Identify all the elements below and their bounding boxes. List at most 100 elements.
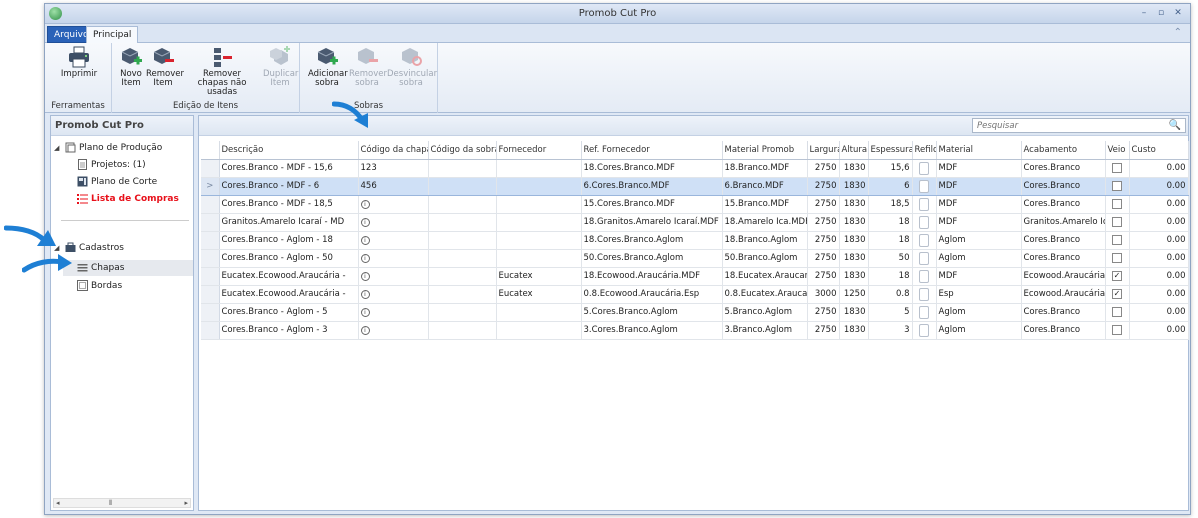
cell-descricao[interactable]: Cores.Branco - Aglom - 50 (219, 249, 359, 268)
cell-descricao[interactable]: Cores.Branco - MDF - 18,5 (219, 195, 359, 214)
cell-fornecedor[interactable] (496, 213, 582, 232)
cell-ref-fornecedor[interactable]: 18.Cores.Branco.Aglom (581, 231, 723, 250)
cell-codigo-sobra[interactable] (428, 195, 497, 214)
table-row[interactable]: Granitos.Amarelo Icaraí - MD i 18.Granitos… (201, 213, 1189, 232)
veio-checkbox[interactable] (1112, 198, 1122, 209)
cell-refilo[interactable] (912, 321, 937, 340)
info-icon[interactable]: i (360, 326, 370, 335)
duplicate-button[interactable]: Duplicar Item (263, 46, 298, 88)
cell-acabamento[interactable]: Cores.Branco (1021, 176, 1106, 196)
collapse-ribbon-icon[interactable]: ⌃ (1174, 27, 1182, 38)
cell-altura[interactable]: 1830 (839, 213, 869, 232)
cell-altura[interactable]: 1830 (839, 231, 869, 250)
cell-material-promob[interactable]: 18.Eucatex.Araucaria. (722, 267, 808, 286)
cell-espessura[interactable]: 18 (868, 213, 913, 232)
info-icon[interactable]: i (360, 236, 370, 245)
cell-material-promob[interactable]: 6.Branco.MDF (722, 176, 808, 196)
cell-fornecedor[interactable] (496, 303, 582, 322)
cell-largura[interactable]: 2750 (807, 159, 840, 178)
veio-checkbox[interactable] (1112, 252, 1122, 263)
cell-fornecedor[interactable] (496, 195, 582, 214)
cell-refilo[interactable] (912, 213, 937, 232)
cell-codigo-chapa[interactable]: i (358, 249, 429, 268)
col-codigo-chapa[interactable]: Código da chapa (358, 141, 429, 160)
maximize-icon[interactable]: ▫ (1155, 7, 1167, 19)
cell-altura[interactable]: 1830 (839, 303, 869, 322)
cell-descricao[interactable]: Cores.Branco - MDF - 6 (219, 176, 359, 196)
cell-descricao[interactable]: Cores.Branco - MDF - 15,6 (219, 159, 359, 178)
cell-codigo-chapa[interactable]: i (358, 195, 429, 214)
cell-acabamento[interactable]: Ecowood.Araucária (1021, 267, 1106, 286)
col-fornecedor[interactable]: Fornecedor (496, 141, 582, 160)
row-selector[interactable] (201, 213, 220, 232)
cell-ref-fornecedor[interactable]: 18.Ecowood.Araucária.MDF (581, 267, 723, 286)
cell-veio[interactable] (1105, 249, 1130, 268)
cell-codigo-sobra[interactable] (428, 267, 497, 286)
veio-checkbox[interactable]: ✓ (1112, 288, 1122, 299)
cell-codigo-sobra[interactable] (428, 249, 497, 268)
cell-largura[interactable]: 2750 (807, 321, 840, 340)
refilo-checkbox[interactable] (919, 269, 929, 283)
cell-fornecedor[interactable]: Eucatex (496, 267, 582, 286)
cell-custo[interactable]: 0.00 (1129, 213, 1189, 232)
info-icon[interactable]: i (360, 218, 370, 227)
cell-codigo-sobra[interactable] (428, 285, 497, 304)
cell-largura[interactable]: 2750 (807, 303, 840, 322)
cell-largura[interactable]: 3000 (807, 285, 840, 304)
cell-veio[interactable] (1105, 231, 1130, 250)
cell-refilo[interactable] (912, 176, 937, 196)
refilo-checkbox[interactable] (919, 233, 929, 247)
cell-espessura[interactable]: 50 (868, 249, 913, 268)
minimize-icon[interactable]: – (1138, 7, 1150, 19)
col-acabamento[interactable]: Acabamento (1021, 141, 1106, 160)
col-refilo[interactable]: Refilo (912, 141, 937, 160)
refilo-checkbox[interactable] (919, 251, 929, 265)
refilo-checkbox[interactable] (919, 287, 929, 301)
row-selector[interactable] (201, 231, 220, 250)
cell-codigo-chapa[interactable]: i (358, 231, 429, 250)
col-codigo-sobra[interactable]: Código da sobra (428, 141, 497, 160)
cell-acabamento[interactable]: Cores.Branco (1021, 249, 1106, 268)
cell-ref-fornecedor[interactable]: 18.Cores.Branco.MDF (581, 159, 723, 178)
cell-ref-fornecedor[interactable]: 3.Cores.Branco.Aglom (581, 321, 723, 340)
info-icon[interactable]: i (360, 272, 370, 281)
refilo-checkbox[interactable] (919, 161, 929, 175)
remove-unused-button[interactable]: Remover chapas não usadas (184, 46, 260, 97)
tree-chapas[interactable]: Chapas (77, 262, 124, 273)
cell-custo[interactable]: 0.00 (1129, 176, 1189, 196)
cell-acabamento[interactable]: Cores.Branco (1021, 321, 1106, 340)
cell-largura[interactable]: 2750 (807, 267, 840, 286)
cell-largura[interactable]: 2750 (807, 231, 840, 250)
cell-espessura[interactable]: 5 (868, 303, 913, 322)
table-row[interactable]: Cores.Branco - Aglom - 50 i 50.Cores.Branc… (201, 249, 1189, 268)
cell-fornecedor[interactable] (496, 321, 582, 340)
cell-descricao[interactable]: Eucatex.Ecowood.Araucária - (219, 267, 359, 286)
cell-altura[interactable]: 1830 (839, 321, 869, 340)
tree-plano-corte[interactable]: Plano de Corte (77, 176, 157, 187)
add-scrap-button[interactable]: Adicionar sobra (308, 46, 348, 88)
table-row[interactable]: Cores.Branco - Aglom - 3 i 3.Cores.Branco.… (201, 321, 1189, 340)
cell-refilo[interactable] (912, 195, 937, 214)
cell-custo[interactable]: 0.00 (1129, 159, 1189, 178)
cell-material-promob[interactable]: 15.Branco.MDF (722, 195, 808, 214)
cell-descricao[interactable]: Granitos.Amarelo Icaraí - MD (219, 213, 359, 232)
row-selector[interactable] (201, 249, 220, 268)
cell-custo[interactable]: 0.00 (1129, 195, 1189, 214)
row-selector[interactable] (201, 303, 220, 322)
cell-material[interactable]: Aglom (936, 231, 1022, 250)
col-material-promob[interactable]: Material Promob (722, 141, 808, 160)
col-ref-fornecedor[interactable]: Ref. Fornecedor (581, 141, 723, 160)
cell-material-promob[interactable]: 18.Branco.Aglom (722, 231, 808, 250)
scroll-left-icon[interactable]: ◂ (56, 499, 60, 507)
col-custo[interactable]: Custo (1129, 141, 1189, 160)
cell-codigo-sobra[interactable] (428, 321, 497, 340)
print-button[interactable]: Imprimir (57, 46, 101, 79)
tab-principal[interactable]: Principal (86, 26, 139, 43)
col-altura[interactable]: Altura (839, 141, 869, 160)
close-icon[interactable]: ✕ (1172, 7, 1184, 19)
cell-largura[interactable]: 2750 (807, 195, 840, 214)
cell-material[interactable]: Aglom (936, 321, 1022, 340)
cell-fornecedor[interactable] (496, 159, 582, 178)
col-espessura[interactable]: Espessura (868, 141, 913, 160)
veio-checkbox[interactable] (1112, 324, 1122, 335)
